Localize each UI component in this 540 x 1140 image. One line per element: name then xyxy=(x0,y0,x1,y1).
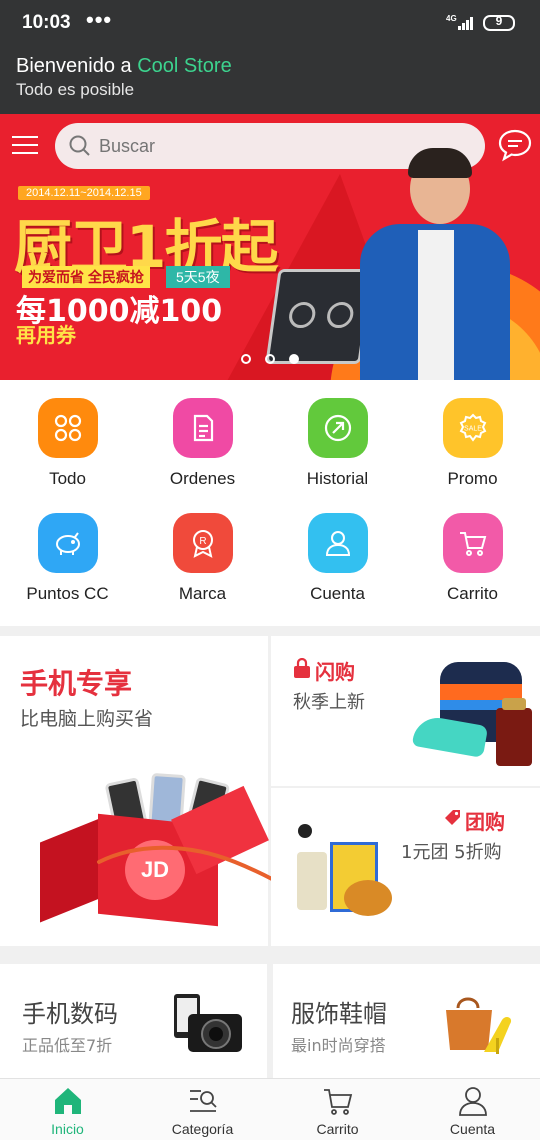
camera-image xyxy=(174,994,242,1052)
nav-carrito[interactable]: Carrito xyxy=(270,1079,405,1140)
brand-name: Cool Store xyxy=(137,55,232,77)
shortcut-carrito[interactable]: Carrito xyxy=(405,495,540,610)
svg-text:R: R xyxy=(199,536,206,547)
mooncake-image xyxy=(344,880,392,916)
shortcut-label: Puntos CC xyxy=(26,584,109,603)
shortcut-label: Marca xyxy=(178,584,227,603)
tile-subtitle: 正品低至7折 xyxy=(22,1036,113,1055)
nav-label: Cuenta xyxy=(449,1121,496,1137)
tile-subtitle: 最in时尚穿搭 xyxy=(291,1036,386,1055)
history-icon xyxy=(308,398,368,458)
carousel-dot-active[interactable] xyxy=(289,354,299,364)
welcome-prefix: Bienvenido a xyxy=(16,55,138,77)
welcome-header: Bienvenido a Cool Store Todo es posible xyxy=(0,46,540,114)
tile-title: 服饰鞋帽 xyxy=(291,1000,387,1028)
nav-label: Categoría xyxy=(171,1121,234,1137)
notification-dots-icon: ••• xyxy=(86,7,113,32)
shortcut-grid: Todo Ordenes Historial SALE Promo Puntos… xyxy=(0,380,540,626)
shortcut-label: Cuenta xyxy=(310,584,365,603)
search-icon xyxy=(69,135,90,156)
shortcut-puntos[interactable]: Puntos CC xyxy=(0,495,135,610)
tag-icon xyxy=(445,810,460,825)
facial-cleanser-image xyxy=(297,852,327,910)
shortcut-marca[interactable]: R Marca xyxy=(135,495,270,610)
banner-tag: 为爱而省 全民疯抢 xyxy=(22,266,150,288)
earphones-image xyxy=(298,824,312,838)
shortcut-promo[interactable]: SALE Promo xyxy=(405,380,540,495)
welcome-title: Bienvenido a Cool Store xyxy=(16,55,232,78)
shortcut-label: Historial xyxy=(306,469,369,488)
banner-days: 5天5夜 xyxy=(166,266,230,288)
model-image xyxy=(350,134,520,380)
svg-text:SALE: SALE xyxy=(464,426,482,433)
piggy-bank-icon xyxy=(38,513,98,573)
banner-date: 2014.12.11~2014.12.15 xyxy=(18,186,150,200)
sale-icon: SALE xyxy=(443,398,503,458)
promo-group-subtitle: 1元团 5折购 xyxy=(401,842,502,863)
shortcut-ordenes[interactable]: Ordenes xyxy=(135,380,270,495)
lock-icon xyxy=(294,658,310,678)
grid-icon xyxy=(38,398,98,458)
nav-label: Carrito xyxy=(316,1121,359,1137)
signal-icon xyxy=(454,14,474,30)
promo-flash-subtitle: 秋季上新 xyxy=(293,692,365,713)
nav-label: Inicio xyxy=(51,1121,84,1137)
battery-icon: 9 xyxy=(483,14,515,31)
carousel-indicator[interactable] xyxy=(241,354,301,366)
status-time: 10:03 xyxy=(22,12,71,33)
badge-icon: R xyxy=(173,513,233,573)
promo-mobile-title: 手机专享 xyxy=(20,667,133,700)
shortcut-label: Ordenes xyxy=(169,469,236,488)
handbag-image xyxy=(446,997,512,1054)
promo-banner[interactable]: 2014.12.11~2014.12.15 厨卫1折起 为爱而省 全民疯抢 5天… xyxy=(0,114,540,380)
shortcut-label: Carrito xyxy=(446,584,498,603)
document-icon xyxy=(173,398,233,458)
bottom-nav: Inicio Categoría Carrito Cuenta xyxy=(0,1078,540,1140)
status-bar: 10:03 ••• 4G 9 xyxy=(0,0,540,46)
shortcut-cuenta[interactable]: Cuenta xyxy=(270,495,405,610)
carousel-dot[interactable] xyxy=(241,354,251,364)
cart-icon xyxy=(443,513,503,573)
shortcut-historial[interactable]: Historial xyxy=(270,380,405,495)
home-screen: 10:03 ••• 4G 9 Bienvenido a Cool Store T… xyxy=(0,0,540,1140)
nav-inicio[interactable]: Inicio xyxy=(0,1079,135,1140)
shortcut-label: Todo xyxy=(49,469,86,488)
home-icon xyxy=(55,1088,81,1114)
cosmetics-image xyxy=(496,698,532,766)
shortcut-todo[interactable]: Todo xyxy=(0,380,135,495)
cart-icon xyxy=(324,1089,353,1115)
user-icon xyxy=(459,1087,487,1116)
nav-categoria[interactable]: Categoría xyxy=(135,1079,270,1140)
category-search-icon xyxy=(190,1090,217,1112)
promo-mobile-subtitle: 比电脑上购买省 xyxy=(20,708,154,730)
user-icon xyxy=(308,513,368,573)
banner-coupon: 再用券 xyxy=(16,323,76,347)
promo-group-title: 团购 xyxy=(465,810,505,834)
battery-level: 9 xyxy=(495,14,503,28)
carousel-dot[interactable] xyxy=(265,354,275,364)
nav-cuenta[interactable]: Cuenta xyxy=(405,1079,540,1140)
welcome-subtitle: Todo es posible xyxy=(16,80,135,99)
tile-title: 手机数码 xyxy=(22,1000,118,1028)
promo-flash-title: 闪购 xyxy=(315,660,355,684)
menu-icon[interactable] xyxy=(12,136,38,156)
shortcut-label: Promo xyxy=(447,469,498,488)
